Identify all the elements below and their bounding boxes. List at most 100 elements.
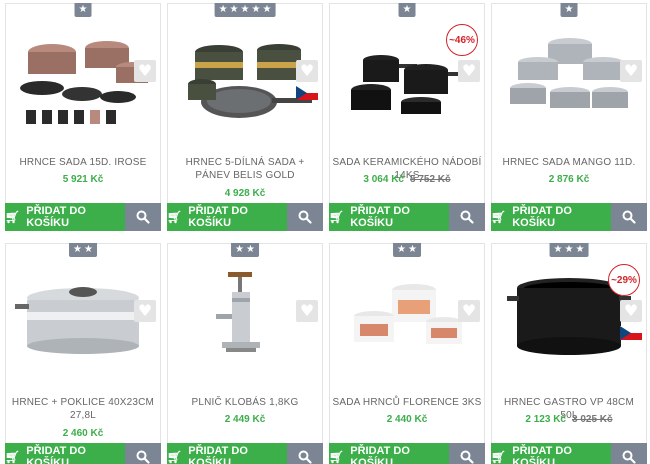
card-actions: 🛒︎ PŘIDAT DO KOŠÍKU — [5, 203, 161, 231]
quick-view-button[interactable] — [125, 203, 161, 231]
rating-stars: ★ ★ — [393, 243, 421, 257]
heart-icon: ♥ — [299, 301, 315, 320]
add-to-cart-button[interactable]: 🛒︎ PŘIDAT DO KOŠÍKU — [491, 443, 611, 464]
add-to-cart-label: PŘIDAT DO KOŠÍKU — [26, 445, 86, 464]
product-title[interactable]: SADA HRNCŮ FLORENCE 3KS — [332, 396, 482, 409]
product-image[interactable] — [12, 262, 154, 370]
cart-icon: 🛒︎ — [167, 450, 183, 464]
discount-badge: ~29% — [608, 264, 640, 296]
heart-icon: ♥ — [461, 301, 477, 320]
add-to-cart-button[interactable]: 🛒︎ PŘIDAT DO KOŠÍKU — [5, 203, 125, 231]
favorite-button[interactable]: ♥ — [134, 60, 156, 82]
add-to-cart-button[interactable]: 🛒︎ PŘIDAT DO KOŠÍKU — [329, 203, 449, 231]
product-image[interactable] — [174, 262, 316, 370]
rating-stars: ★ ★ — [69, 243, 97, 257]
favorite-button[interactable]: ♥ — [458, 300, 480, 322]
add-to-cart-label: PŘIDAT DO KOŠÍKU — [350, 205, 410, 229]
add-to-cart-label: PŘIDAT DO KOŠÍKU — [188, 205, 248, 229]
search-icon — [136, 450, 150, 464]
favorite-button[interactable]: ♥ — [296, 300, 318, 322]
discount-badge: ~46% — [446, 24, 478, 56]
star-icon: ★ — [553, 244, 563, 255]
star-icon: ★ — [564, 4, 574, 15]
search-icon — [460, 450, 474, 464]
rating-stars: ★ ★ ★ ★ ★ — [214, 3, 276, 17]
quick-view-button[interactable] — [287, 443, 323, 464]
add-to-cart-button[interactable]: 🛒︎ PŘIDAT DO KOŠÍKU — [5, 443, 125, 464]
add-to-cart-label: PŘIDAT DO KOŠÍKU — [188, 445, 248, 464]
cart-icon: 🛒︎ — [5, 450, 21, 464]
cz-flag-icon — [620, 326, 642, 340]
product-card[interactable]: ★ ★ ♥ HRNEC + POKLICE 40X23CM 27,8L 2 460… — [5, 243, 161, 464]
add-to-cart-label: PŘIDAT DO KOŠÍKU — [26, 205, 86, 229]
card-actions: 🛒︎ PŘIDAT DO KOŠÍKU — [167, 203, 323, 231]
product-title[interactable]: HRNEC SADA MANGO 11D. — [494, 156, 644, 169]
star-icon: ★ — [575, 244, 585, 255]
product-card[interactable]: ★ ★ ♥ SADA HRNCŮ FLORENCE 3KS 2 440 Kč 🛒︎… — [329, 243, 485, 464]
add-to-cart-label: PŘIDAT DO KOŠÍKU — [350, 445, 410, 464]
quick-view-button[interactable] — [125, 443, 161, 464]
quick-view-button[interactable] — [449, 443, 485, 464]
star-icon: ★ — [408, 244, 417, 255]
star-icon: ★ — [262, 4, 272, 15]
rating-stars: ★ — [74, 3, 92, 17]
product-price: 2 449 Kč — [168, 414, 322, 425]
card-actions: 🛒︎ PŘIDAT DO KOŠÍKU — [491, 203, 647, 231]
product-title[interactable]: HRNCE SADA 15D. IROSE — [8, 156, 158, 169]
current-price: 4 928 Kč — [224, 188, 266, 199]
product-title[interactable]: PLNIČ KLOBÁS 1,8KG — [170, 396, 320, 409]
favorite-button[interactable]: ♥ — [620, 300, 642, 322]
quick-view-button[interactable] — [287, 203, 323, 231]
quick-view-button[interactable] — [449, 203, 485, 231]
favorite-button[interactable]: ♥ — [296, 60, 318, 82]
star-icon: ★ — [397, 244, 406, 255]
current-price: 5 921 Kč — [62, 174, 104, 185]
add-to-cart-label: PŘIDAT DO KOŠÍKU — [512, 445, 572, 464]
product-price: 2 440 Kč — [330, 414, 484, 425]
rating-stars: ★ — [560, 3, 578, 17]
star-icon: ★ — [73, 244, 82, 255]
product-title[interactable]: HRNEC + POKLICE 40X23CM 27,8L — [8, 396, 158, 422]
star-icon: ★ — [240, 4, 250, 15]
star-icon: ★ — [402, 4, 412, 15]
favorite-button[interactable]: ♥ — [458, 60, 480, 82]
product-image[interactable] — [12, 22, 154, 130]
add-to-cart-button[interactable]: 🛒︎ PŘIDAT DO KOŠÍKU — [167, 443, 287, 464]
quick-view-button[interactable] — [611, 443, 647, 464]
current-price: 2 449 Kč — [224, 414, 266, 425]
star-icon: ★ — [78, 4, 88, 15]
rating-stars: ★ ★ — [231, 243, 259, 257]
cart-icon: 🛒︎ — [167, 210, 183, 224]
product-image[interactable] — [498, 22, 640, 130]
product-card[interactable]: ★ ★ ♥ PLNIČ KLOBÁS 1,8KG 2 449 Kč 🛒︎ PŘID… — [167, 243, 323, 464]
add-to-cart-button[interactable]: 🛒︎ PŘIDAT DO KOŠÍKU — [329, 443, 449, 464]
heart-icon: ♥ — [623, 61, 639, 80]
current-price: 3 064 Kč — [363, 174, 404, 185]
product-card[interactable]: ★ ♥ HRNCE SADA 15D. IROSE 5 921 Kč 🛒︎ PŘ… — [5, 3, 161, 231]
rating-stars: ★ ★ ★ — [549, 243, 589, 257]
search-icon — [622, 450, 636, 464]
star-icon: ★ — [564, 244, 574, 255]
product-title[interactable]: HRNEC 5-DÍLNÁ SADA + PÁNEV BELIS GOLD — [170, 156, 320, 182]
add-to-cart-button[interactable]: 🛒︎ PŘIDAT DO KOŠÍKU — [491, 203, 611, 231]
product-card[interactable]: ★ ★ ★ ~29% ♥ HRNEC GASTRO VP 48CM 50L 2 12… — [491, 243, 647, 464]
star-icon: ★ — [229, 4, 239, 15]
product-card[interactable]: ★ ~46% ♥ SADA KERAMICKÉHO NÁDOBÍ 14KS 3 … — [329, 3, 485, 231]
product-card[interactable]: ★ ★ ★ ★ ★ ♥ HRNEC 5-DÍLNÁ SADA + PÁNEV BELIS… — [167, 3, 323, 231]
current-price: 2 123 Kč — [525, 414, 566, 425]
card-actions: 🛒︎ PŘIDAT DO KOŠÍKU — [329, 443, 485, 464]
rating-stars: ★ — [398, 3, 416, 17]
product-card[interactable]: ★ ♥ HRNEC SADA MANGO 11D. 2 876 Kč 🛒︎ PŘ… — [491, 3, 647, 231]
favorite-button[interactable]: ♥ — [620, 60, 642, 82]
product-price: 2 123 Kč 3 025 Kč — [492, 414, 646, 425]
add-to-cart-button[interactable]: 🛒︎ PŘIDAT DO KOŠÍKU — [167, 203, 287, 231]
quick-view-button[interactable] — [611, 203, 647, 231]
current-price: 2 440 Kč — [386, 414, 428, 425]
product-price: 5 921 Kč — [6, 174, 160, 185]
product-image[interactable] — [336, 262, 478, 370]
cart-icon: 🛒︎ — [491, 450, 507, 464]
search-icon — [460, 210, 474, 224]
favorite-button[interactable]: ♥ — [134, 300, 156, 322]
old-price: 5 752 Kč — [410, 174, 451, 185]
product-image[interactable] — [174, 22, 316, 130]
